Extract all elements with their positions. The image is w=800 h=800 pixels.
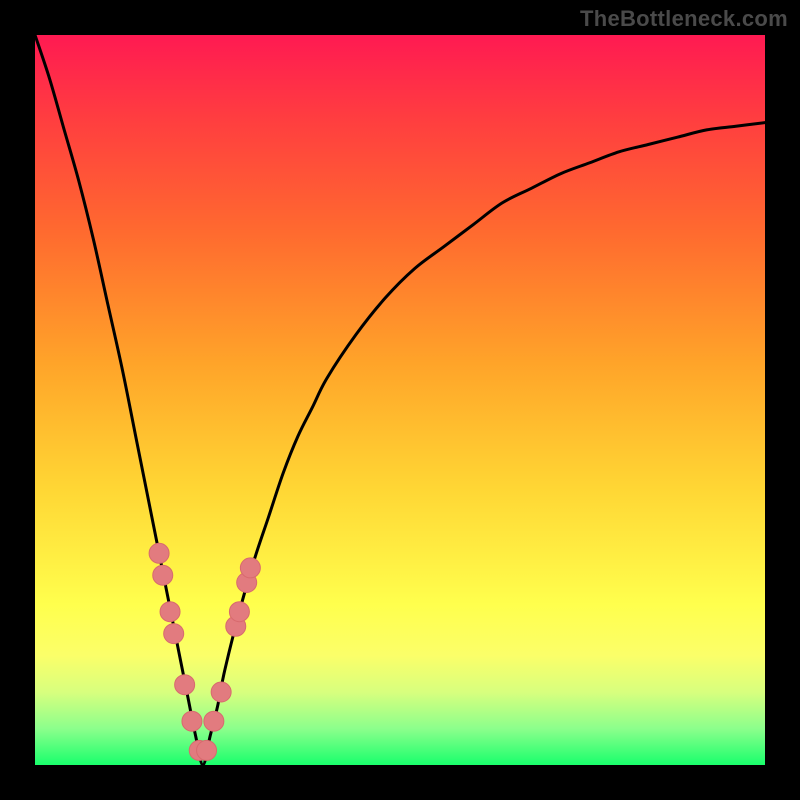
plot-area	[35, 35, 765, 765]
highlight-point	[160, 602, 180, 622]
chart-frame: TheBottleneck.com	[0, 0, 800, 800]
bottleneck-curve	[35, 35, 765, 765]
highlight-point	[182, 711, 202, 731]
highlight-point	[153, 565, 173, 585]
watermark-text: TheBottleneck.com	[580, 6, 788, 32]
highlight-point	[175, 675, 195, 695]
highlight-point	[197, 740, 217, 760]
bottleneck-chart	[35, 35, 765, 765]
highlight-point	[204, 711, 224, 731]
highlight-point	[211, 682, 231, 702]
highlight-point	[164, 624, 184, 644]
highlight-point	[229, 602, 249, 622]
highlight-point	[240, 558, 260, 578]
highlight-point	[149, 543, 169, 563]
